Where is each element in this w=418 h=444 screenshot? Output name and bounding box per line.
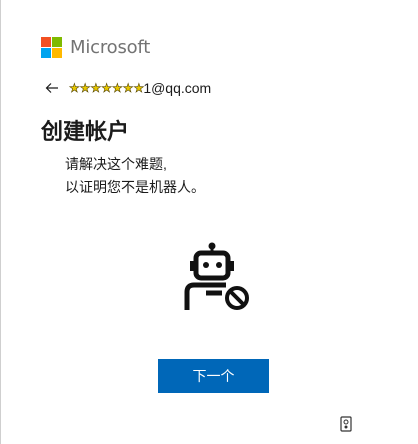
back-arrow-icon[interactable] (45, 81, 59, 95)
signup-panel: Microsoft ★★★★★★★ 1@qq.com 创建帐户 请解决这个难题,… (0, 0, 418, 444)
email-suffix: 1@qq.com (143, 80, 212, 96)
page-description: 请解决这个难题, 以证明您不是机器人。 (65, 153, 205, 199)
microsoft-logo-icon (41, 37, 62, 58)
masked-prefix: ★★★★★★★ (69, 81, 145, 95)
robot-blocked-icon (182, 240, 252, 312)
masked-email-prefix: ★★★★★★★ (69, 81, 145, 95)
audio-challenge-icon[interactable] (340, 416, 352, 432)
description-line-1: 请解决这个难题, (65, 156, 167, 172)
account-identity: ★★★★★★★ 1@qq.com (45, 80, 211, 96)
next-button[interactable]: 下一个 (158, 359, 269, 393)
microsoft-logo: Microsoft (41, 37, 150, 58)
description-line-2: 以证明您不是机器人。 (65, 179, 205, 195)
brand-name: Microsoft (70, 37, 151, 58)
page-title: 创建帐户 (41, 120, 130, 145)
